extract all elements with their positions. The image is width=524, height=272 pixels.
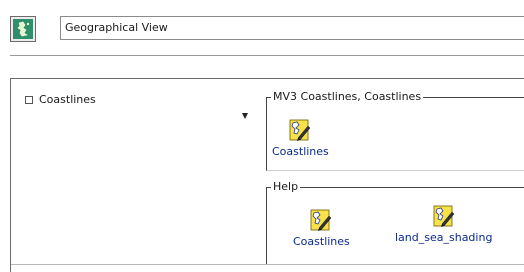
coastlines-edit-icon	[289, 119, 311, 141]
group-title: Help	[271, 180, 301, 194]
app-icon-button[interactable]	[10, 16, 36, 42]
icon-coastlines-help[interactable]: Coastlines	[293, 206, 350, 248]
land-sea-shading-edit-icon	[433, 205, 455, 227]
header: Geographical View	[0, 0, 524, 52]
icon-label: Coastlines	[272, 145, 329, 158]
map-icon	[13, 19, 33, 39]
main-panel: Coastlines MV3 Coastlines, Coastlines Co…	[10, 78, 524, 272]
tree-item-coastlines[interactable]: Coastlines	[25, 93, 96, 106]
group-help: Help Coastlines land_sea_shading	[266, 180, 524, 265]
icon-coastlines[interactable]: Coastlines	[272, 116, 329, 158]
group-title: MV3 Coastlines, Coastlines	[271, 90, 424, 104]
divider	[11, 264, 524, 265]
icon-label: Coastlines	[293, 235, 350, 248]
view-title-field[interactable]: Geographical View	[60, 16, 524, 40]
coastlines-edit-icon	[310, 209, 332, 231]
tree-item-checkbox[interactable]	[25, 95, 33, 104]
tree-pane: Coastlines	[11, 79, 263, 265]
group-mv3-coastlines: MV3 Coastlines, Coastlines Coastlines	[266, 90, 524, 171]
tree-item-label: Coastlines	[39, 93, 96, 106]
icon-land-sea-shading[interactable]: land_sea_shading	[395, 202, 492, 244]
toolbar-strip	[10, 55, 524, 76]
icon-label: land_sea_shading	[395, 231, 493, 244]
dropdown-arrow-icon[interactable]	[242, 113, 248, 119]
geographical-view-window: Geographical View Coastlines MV3 Coastli…	[0, 0, 524, 272]
